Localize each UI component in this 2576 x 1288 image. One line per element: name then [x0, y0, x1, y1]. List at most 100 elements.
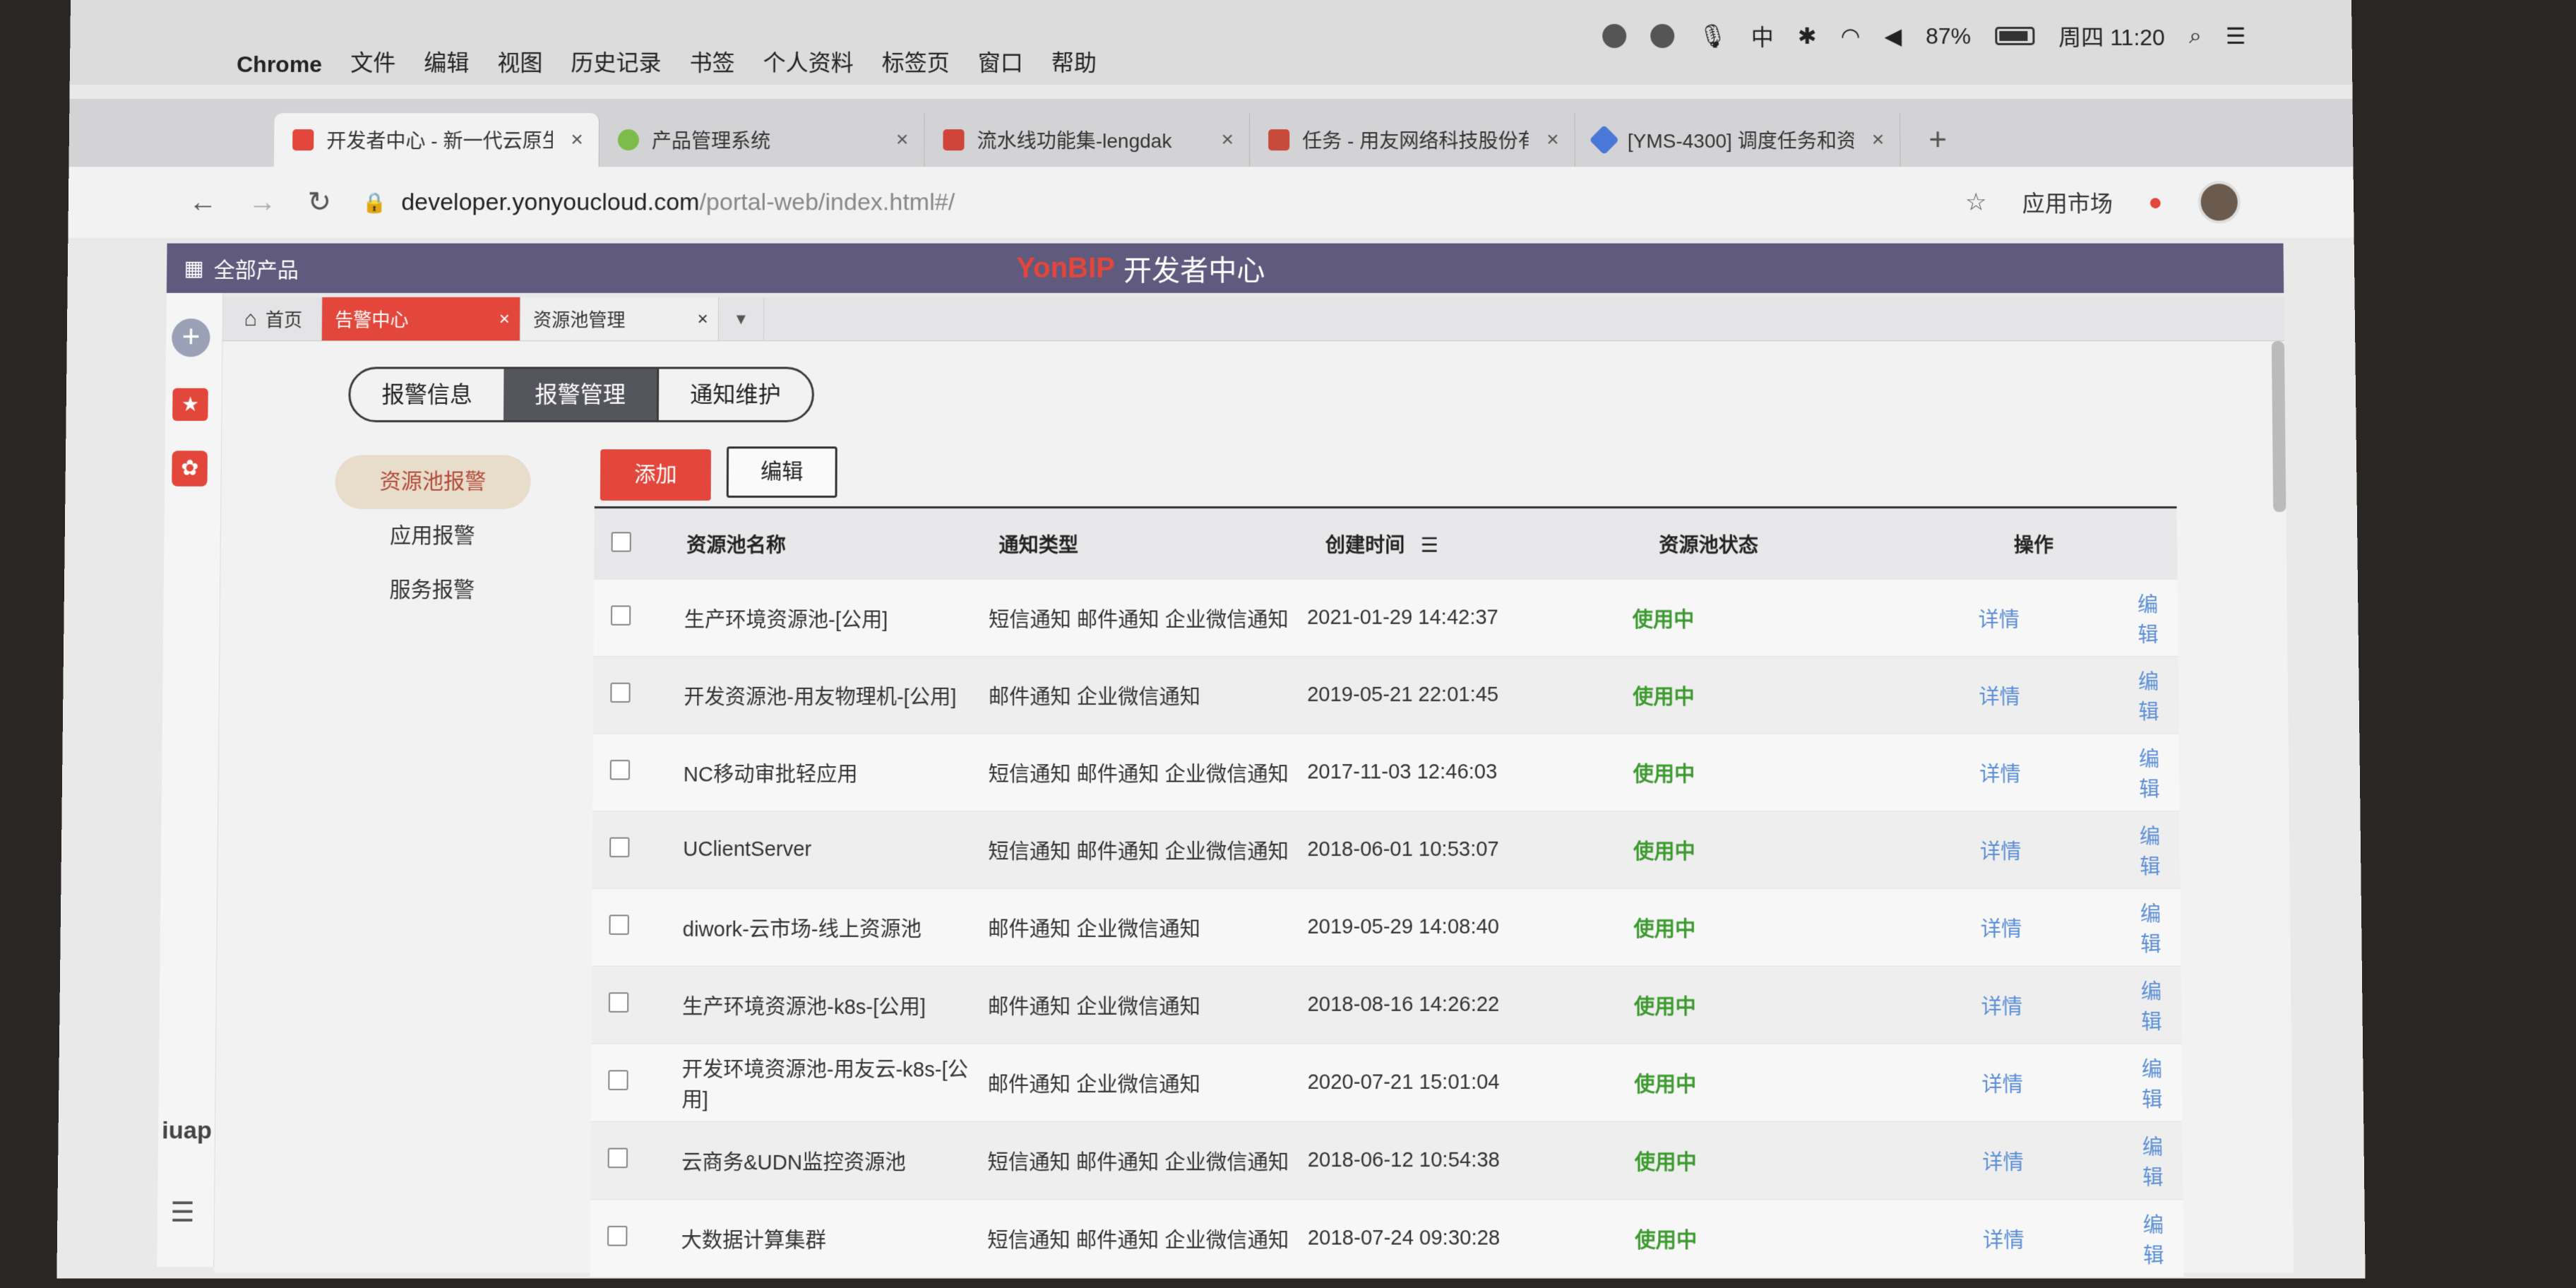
qq-icon[interactable]: [1602, 23, 1627, 48]
row-checkbox[interactable]: [608, 1069, 628, 1090]
detail-link[interactable]: 详情: [1980, 840, 2022, 864]
detail-link[interactable]: 详情: [1979, 609, 2020, 631]
menu-tabs[interactable]: 标签页: [882, 45, 950, 78]
menu-history[interactable]: 历史记录: [571, 45, 661, 78]
menu-help[interactable]: 帮助: [1051, 45, 1097, 78]
browser-tab-pipeline[interactable]: 流水线功能集-lengdak ×: [924, 113, 1251, 167]
side-item-app-alarm[interactable]: 应用报警: [334, 509, 530, 564]
browser-tab-jira[interactable]: [YMS-4300] 调度任务和资 ×: [1575, 113, 1901, 167]
menu-profile[interactable]: 个人资料: [763, 45, 854, 78]
add-icon[interactable]: +: [172, 318, 210, 357]
edit-link[interactable]: 编辑: [2139, 748, 2160, 801]
table-row[interactable]: UClientServer 短信通知 邮件通知 企业微信通知 2018-06-01 …: [592, 811, 2181, 889]
row-checkbox[interactable]: [608, 991, 629, 1013]
reload-icon[interactable]: ↻: [307, 186, 331, 218]
detail-link[interactable]: 详情: [1981, 918, 2022, 941]
side-item-service-alarm[interactable]: 服务报警: [334, 564, 530, 618]
volume-icon[interactable]: ◀: [1884, 23, 1902, 49]
control-center-icon[interactable]: ☰: [2226, 23, 2246, 49]
clock[interactable]: 周四 11:20: [2058, 20, 2165, 52]
select-all-checkbox[interactable]: [611, 531, 631, 552]
edit-link[interactable]: 编辑: [2137, 594, 2159, 647]
input-method[interactable]: 中: [1751, 20, 1774, 52]
menu-file[interactable]: 文件: [350, 45, 395, 78]
table-row[interactable]: 生产环境资源池-[公用] 短信通知 邮件通知 企业微信通知 2021-01-29 1…: [593, 580, 2178, 657]
microphone-icon[interactable]: 🎙: [1698, 23, 1727, 49]
search-icon[interactable]: ⌕: [2189, 23, 2202, 49]
forward-icon[interactable]: →: [248, 186, 276, 218]
more-tabs-chevron-icon[interactable]: ▼: [718, 297, 765, 341]
edit-link[interactable]: 编辑: [2140, 903, 2161, 956]
back-icon[interactable]: ←: [189, 186, 217, 218]
detail-link[interactable]: 详情: [1979, 686, 2020, 708]
add-button[interactable]: 添加: [600, 449, 711, 501]
avatar[interactable]: [2198, 181, 2241, 224]
close-tab-icon[interactable]: ×: [698, 308, 708, 330]
row-checkbox[interactable]: [610, 682, 631, 703]
collapse-menu-icon[interactable]: ☰: [170, 1196, 195, 1229]
row-checkbox[interactable]: [609, 837, 630, 857]
table-row[interactable]: 云商务&UDN监控资源池 短信通知 邮件通知 企业微信通知 2018-06-12 1…: [590, 1121, 2183, 1200]
pool-name: diwork-云市场-线上资源池: [682, 917, 922, 941]
segment-alarm-manage[interactable]: 报警管理: [503, 369, 657, 421]
edit-link[interactable]: 编辑: [2142, 1059, 2163, 1111]
edit-link[interactable]: 编辑: [2141, 980, 2162, 1033]
detail-link[interactable]: 详情: [1983, 1229, 2025, 1253]
menu-window[interactable]: 窗口: [978, 45, 1023, 78]
segment-notify-maintain[interactable]: 通知维护: [656, 369, 813, 421]
wechat-icon[interactable]: [1650, 23, 1675, 48]
app-market-link[interactable]: 应用市场: [2022, 186, 2113, 218]
sort-icon[interactable]: ☰: [1421, 534, 1438, 556]
url-field[interactable]: developer.yonyoucloud.com/portal-web/ind…: [401, 189, 955, 216]
scrollbar[interactable]: [2271, 341, 2286, 513]
segment-alarm-info[interactable]: 报警信息: [350, 369, 503, 420]
edit-button[interactable]: 编辑: [726, 446, 837, 498]
browser-tab-developer[interactable]: 开发者中心 - 新一代云原生 ×: [273, 113, 600, 167]
menu-chrome[interactable]: Chrome: [237, 52, 322, 78]
table-row[interactable]: NC移动审批轻应用 短信通知 邮件通知 企业微信通知 2017-11-03 12:4…: [592, 734, 2180, 812]
edit-link[interactable]: 编辑: [2142, 1136, 2164, 1190]
message-icon[interactable]: ●: [2148, 189, 2163, 216]
wifi-icon[interactable]: ◠: [1840, 23, 1860, 49]
menu-edit[interactable]: 编辑: [424, 45, 469, 78]
browser-tab-product[interactable]: 产品管理系统 ×: [599, 113, 925, 167]
row-checkbox[interactable]: [610, 604, 631, 626]
app-icon[interactable]: ✿: [172, 451, 208, 487]
detail-link[interactable]: 详情: [1979, 763, 2021, 786]
edit-link[interactable]: 编辑: [2140, 825, 2161, 878]
battery-icon[interactable]: [1995, 26, 2035, 45]
menu-bookmarks[interactable]: 书签: [689, 45, 734, 78]
tab-pool-manage[interactable]: 资源池管理 ×: [520, 297, 720, 341]
bluetooth-icon[interactable]: ✱: [1798, 23, 1817, 49]
close-tab-icon[interactable]: ×: [571, 128, 583, 152]
tab-alarm-center[interactable]: 告警中心 ×: [321, 297, 521, 341]
table-row[interactable]: 开发环境资源池-用友云-k8s-[公用] 邮件通知 企业微信通知 2020-07-2…: [590, 1044, 2183, 1122]
row-checkbox[interactable]: [607, 1147, 628, 1168]
table-row[interactable]: 大数据计算集群 短信通知 邮件通知 企业微信通知 2018-07-24 09:30:…: [590, 1200, 2184, 1278]
table-row[interactable]: 开发资源池-用友物理机-[公用] 邮件通知 企业微信通知 2019-05-21 22…: [592, 657, 2179, 734]
close-tab-icon[interactable]: ×: [1546, 128, 1559, 152]
edit-link[interactable]: 编辑: [2143, 1214, 2164, 1268]
tab-home[interactable]: ⌂ 首页: [222, 297, 323, 341]
all-products-menu[interactable]: ▦ 全部产品: [184, 253, 299, 284]
detail-link[interactable]: 详情: [1981, 1073, 2023, 1097]
menu-view[interactable]: 视图: [497, 45, 542, 78]
close-tab-icon[interactable]: ×: [499, 308, 510, 330]
detail-link[interactable]: 详情: [1982, 1151, 2024, 1174]
favorites-folder-icon[interactable]: ★: [172, 388, 208, 422]
bookmark-star-icon[interactable]: ☆: [1965, 188, 1987, 216]
close-tab-icon[interactable]: ×: [1872, 128, 1885, 152]
edit-link[interactable]: 编辑: [2138, 671, 2159, 724]
row-checkbox[interactable]: [607, 1225, 628, 1246]
side-item-pool-alarm[interactable]: 资源池报警: [335, 455, 531, 510]
close-tab-icon[interactable]: ×: [1221, 128, 1234, 152]
new-tab-icon[interactable]: +: [1928, 113, 1947, 167]
row-checkbox[interactable]: [609, 914, 629, 935]
table-row[interactable]: diwork-云市场-线上资源池 邮件通知 企业微信通知 2019-05-29 14…: [592, 888, 2181, 967]
detail-link[interactable]: 详情: [1981, 996, 2023, 1019]
browser-tab-task[interactable]: 任务 - 用友网络科技股份有 ×: [1250, 113, 1575, 167]
close-tab-icon[interactable]: ×: [896, 128, 909, 152]
col-time[interactable]: 创建时间 ☰: [1325, 530, 1659, 558]
table-row[interactable]: 生产环境资源池-k8s-[公用] 邮件通知 企业微信通知 2018-08-16 14…: [591, 966, 2182, 1044]
row-checkbox[interactable]: [609, 759, 631, 780]
